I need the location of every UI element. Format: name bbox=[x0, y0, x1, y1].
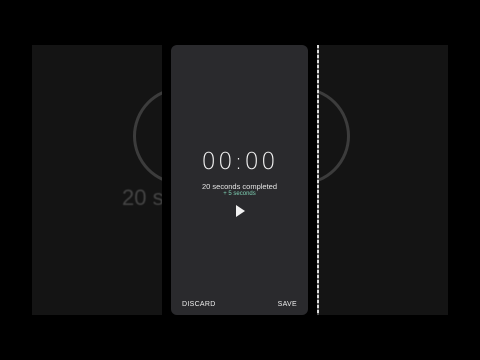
play-button[interactable] bbox=[234, 204, 246, 218]
glitch-seam bbox=[317, 45, 319, 315]
background-screen-right: eted bbox=[318, 45, 448, 315]
background-progress-ring bbox=[133, 87, 162, 185]
background-progress-ring bbox=[318, 87, 350, 185]
discard-button[interactable]: DISCARD bbox=[182, 301, 216, 308]
save-button[interactable]: SAVE bbox=[278, 301, 297, 308]
timer-screen: 00:00 20 seconds completed + 5 seconds D… bbox=[171, 45, 308, 315]
completed-text: 20 seconds completed bbox=[201, 182, 278, 191]
play-icon bbox=[236, 205, 245, 217]
extra-time-text: + 5 seconds bbox=[223, 191, 256, 197]
video-frame: 20 s eted 00:00 20 seconds completed + 5… bbox=[0, 0, 480, 360]
timer-display: 00:00 bbox=[201, 149, 278, 175]
background-screen-left: 20 s bbox=[32, 45, 162, 315]
background-text-left: 20 s bbox=[122, 185, 162, 210]
